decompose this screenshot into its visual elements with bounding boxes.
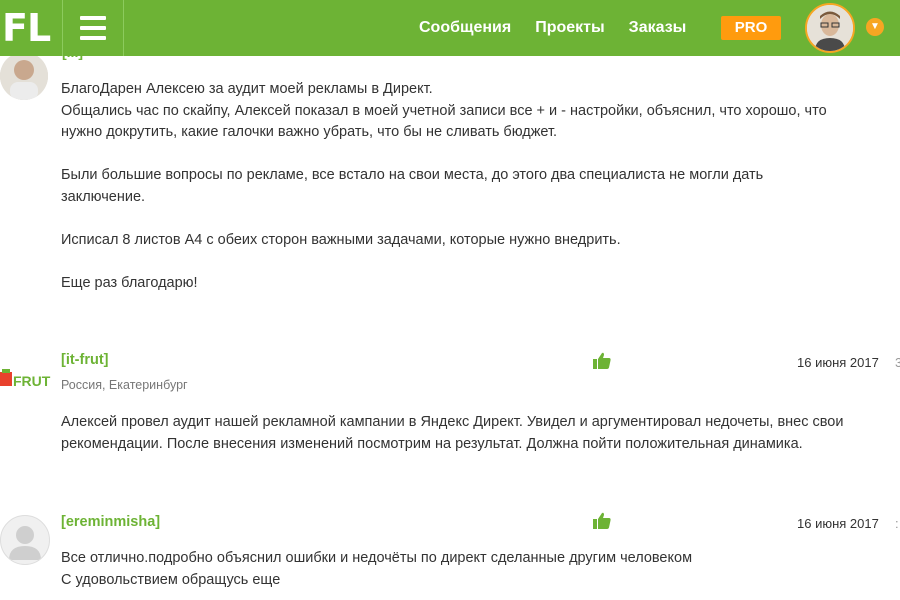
company-logo[interactable]: FRUT [0,360,52,408]
review-3-text: Все отлично.подробно объяснил ошибки и н… [61,550,693,588]
pro-button[interactable]: PRO [721,16,781,40]
review-2-location: Россия, Екатеринбург [61,378,188,392]
user-avatar[interactable] [805,3,855,53]
thumbs-up-icon [593,352,611,369]
fl-logo[interactable]: FL [0,0,62,56]
reviewer-avatar[interactable] [0,52,48,100]
edge-fragment: 3 [895,355,900,370]
review-3-date: 16 июня 2017 [797,516,879,531]
hamburger-icon [80,16,106,20]
nav-messages[interactable]: Сообщения [419,19,511,37]
hamburger-icon [80,36,106,40]
svg-text:FRUT: FRUT [13,373,51,389]
thumbs-up-icon [593,512,611,529]
nav-projects[interactable]: Проекты [535,19,604,37]
top-navbar: FL Сообщения Проекты Заказы PRO ▼ [0,0,900,56]
hamburger-icon [80,26,106,30]
review-2-date: 16 июня 2017 [797,355,879,370]
review-2-text: Алексей провел аудит нашей рекламной кам… [61,414,844,452]
menu-button[interactable] [62,0,124,56]
review-3-username[interactable]: [ereminmisha] [61,514,160,530]
edge-fragment: : [895,516,899,531]
main-nav: Сообщения Проекты Заказы [419,0,710,56]
chevron-down-icon[interactable]: ▼ [866,18,884,36]
nav-orders[interactable]: Заказы [629,19,687,37]
review-2-username[interactable]: [it-frut] [61,352,109,368]
reviewer-avatar-placeholder[interactable] [0,515,50,565]
review-1-text: БлагоДарен Алексею за аудит моей рекламы… [61,81,827,291]
